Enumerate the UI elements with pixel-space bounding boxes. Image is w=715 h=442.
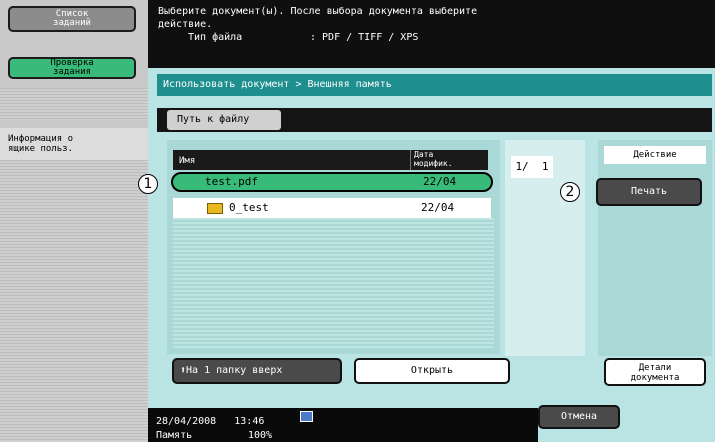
message-line-1: Выберите документ(ы). После выбора докум… (158, 6, 478, 17)
memory-label: Память (156, 430, 193, 441)
folder-name: 0_test (229, 201, 269, 214)
up-one-folder-button[interactable]: ⬆На 1 папку вверх (172, 358, 342, 384)
document-details-button[interactable]: Детали документа (604, 358, 706, 386)
filetype-value: : PDF / TIFF / XPS (310, 32, 419, 43)
file-date: 22/04 (423, 175, 457, 188)
column-name-header: Имя (179, 156, 196, 166)
open-button[interactable]: Открыть (354, 358, 510, 384)
page-indicator-panel: 1/ 1 (505, 140, 585, 356)
left-panel: Список заданий Проверка задания Информац… (0, 0, 148, 442)
callout-2: 2 (560, 182, 580, 202)
folder-icon (207, 203, 223, 214)
check-job-button[interactable]: Проверка задания (8, 57, 136, 79)
callout-1: 1 (138, 174, 158, 194)
datetime: 28/04/2008 13:46 (156, 416, 265, 427)
action-heading: Действие (604, 146, 706, 164)
status-bar: 28/04/2008 13:46 Память 100% (148, 402, 715, 442)
folder-date: 22/04 (421, 201, 455, 214)
action-panel: Действие (598, 140, 712, 356)
cancel-button[interactable]: Отмена (538, 405, 620, 429)
message-line-2: действие. (158, 19, 213, 30)
user-box-info-label: Информация о ящике польз. (8, 134, 74, 154)
folder-row-0-test[interactable]: 0_test 22/04 (173, 198, 491, 218)
breadcrumb: Использовать документ > Внешняя память (157, 74, 712, 96)
up-one-folder-label: На 1 папку вверх (186, 365, 283, 376)
file-list-empty-area (173, 216, 494, 348)
job-list-button[interactable]: Список заданий (8, 6, 136, 32)
page-indicator: 1/ 1 (511, 156, 553, 178)
connection-icon (300, 411, 313, 422)
left-divider (0, 88, 148, 120)
filetype-label: Тип файла (188, 32, 243, 43)
file-name: test.pdf (205, 175, 258, 188)
message-bar: Выберите документ(ы). После выбора докум… (148, 0, 715, 68)
file-row-test-pdf[interactable]: test.pdf 22/04 (171, 172, 493, 192)
print-button[interactable]: Печать (596, 178, 702, 206)
left-lower-area (0, 160, 148, 442)
user-box-info-tab[interactable]: Информация о ящике польз. (0, 128, 148, 160)
memory-value: 100% (248, 430, 273, 441)
path-to-file-button[interactable]: Путь к файлу (167, 110, 281, 130)
file-list-header: Имя Дата модифик. (173, 150, 488, 170)
column-date-header: Дата модифик. (410, 150, 453, 170)
